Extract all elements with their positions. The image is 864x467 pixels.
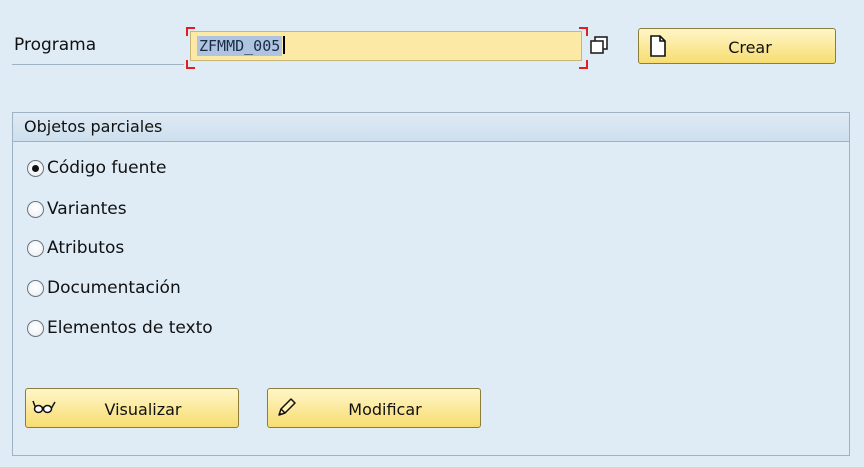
- radio-button: [27, 240, 44, 257]
- radio-label: Código fuente: [47, 158, 167, 178]
- subobjects-title: Objetos parciales: [24, 117, 163, 136]
- radio-label: Elementos de texto: [47, 318, 213, 338]
- program-selection-row: Programa ZFMMD_005 Crear: [0, 0, 864, 92]
- text-caret: [283, 36, 286, 54]
- radio-button: [27, 201, 44, 218]
- focus-bracket-top-right: [579, 27, 588, 36]
- change-button-label: Modificar: [348, 400, 422, 419]
- change-button[interactable]: Modificar: [267, 388, 481, 428]
- display-button[interactable]: Visualizar: [25, 388, 239, 428]
- focus-bracket-top-left: [186, 27, 195, 36]
- display-button-label: Visualizar: [104, 400, 182, 419]
- radio-label: Atributos: [47, 238, 125, 258]
- create-button-label: Crear: [728, 38, 772, 57]
- focus-bracket-bottom-right: [579, 60, 588, 69]
- focus-bracket-bottom-left: [186, 60, 195, 69]
- label-divider: [12, 64, 184, 65]
- program-input[interactable]: ZFMMD_005: [190, 31, 582, 61]
- radio-selected-dot: [32, 165, 39, 172]
- radio-label: Variantes: [47, 199, 127, 219]
- radio-button: [27, 320, 44, 337]
- radio-button: [27, 160, 44, 177]
- radio-label: Documentación: [47, 278, 181, 298]
- radio-button: [27, 280, 44, 297]
- create-button[interactable]: Crear: [638, 28, 836, 64]
- subobjects-group: Objetos parciales Código fuente Variante…: [12, 112, 850, 456]
- program-label: Programa: [14, 35, 97, 55]
- copy-icon[interactable]: [588, 34, 610, 56]
- subobjects-group-header: Objetos parciales: [13, 113, 849, 142]
- program-input-value: ZFMMD_005: [197, 36, 283, 56]
